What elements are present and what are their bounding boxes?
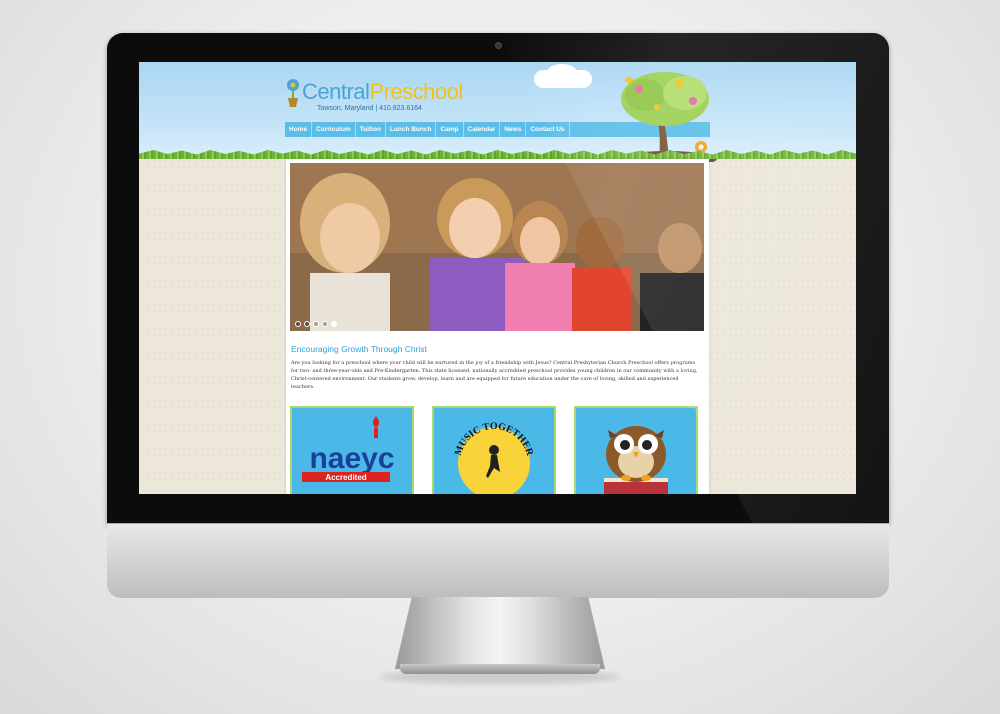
photo-slider[interactable] — [290, 163, 704, 331]
naeyc-logo: naeyc Accredited — [292, 408, 412, 494]
main-content: Encouraging Growth Through Christ Are yo… — [286, 159, 709, 494]
header-sky — [139, 62, 856, 157]
nav-lunch-bunch[interactable]: Lunch Bunch — [386, 122, 437, 137]
nav-calendar[interactable]: Calendar — [464, 122, 501, 137]
slider-dot-5[interactable] — [331, 321, 337, 327]
naeyc-accredited-text: Accredited — [325, 473, 366, 482]
nav-camp[interactable]: Camp — [436, 122, 464, 137]
nav-contact-us[interactable]: Contact Us — [526, 122, 570, 137]
flower-pot-icon — [287, 79, 299, 107]
owl-illustration — [576, 408, 696, 494]
nav-tuition[interactable]: Tuition — [356, 122, 386, 137]
nav-news[interactable]: News — [500, 122, 527, 137]
website-screen: CentralPreschool Towson, Maryland | 410.… — [139, 62, 856, 494]
logo-central-text: Central — [302, 79, 370, 104]
slider-dots — [295, 321, 337, 327]
webcam — [495, 42, 502, 49]
cloud-decoration — [547, 64, 577, 80]
music-together-badge[interactable]: MUSIC TOGETHER — [432, 406, 556, 494]
monitor-chin — [107, 523, 889, 598]
logo-preschool-text: Preschool — [369, 79, 463, 104]
monitor-stand — [395, 597, 605, 669]
slider-dot-1[interactable] — [295, 321, 301, 327]
music-together-logo: MUSIC TOGETHER — [434, 408, 554, 494]
intro-paragraph: Are you looking for a preschool where yo… — [291, 360, 698, 390]
slider-dot-4[interactable] — [322, 321, 328, 327]
monitor-stand-base — [400, 664, 600, 674]
naeyc-wordmark: naeyc — [309, 442, 394, 475]
children-photo — [290, 163, 704, 331]
nav-curriculum[interactable]: Curriculum — [312, 122, 356, 137]
page-heading: Encouraging Growth Through Christ — [291, 344, 427, 354]
slider-dot-2[interactable] — [304, 321, 310, 327]
naeyc-badge[interactable]: naeyc Accredited — [290, 406, 414, 494]
tree-illustration — [617, 72, 717, 162]
owl-badge[interactable] — [574, 406, 698, 494]
logo-location-phone: Towson, Maryland | 410.823.6164 — [317, 105, 422, 112]
slider-dot-3[interactable] — [313, 321, 319, 327]
nav-home[interactable]: Home — [285, 122, 313, 137]
